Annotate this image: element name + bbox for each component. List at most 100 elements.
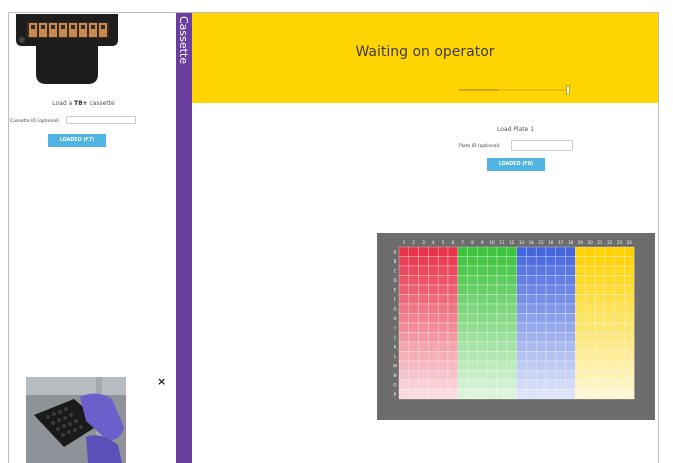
plate-well[interactable] [535,370,547,381]
plate-well[interactable] [545,284,557,295]
plate-well[interactable] [506,313,517,324]
plate-well[interactable] [428,341,439,352]
plate-well[interactable] [457,284,468,295]
plate-well[interactable] [486,379,498,390]
plate-well[interactable] [398,313,410,324]
plate-well[interactable] [506,284,517,295]
plate-well[interactable] [477,246,488,257]
plate-well[interactable] [604,351,615,362]
plate-well[interactable] [447,294,459,305]
plate-well[interactable] [584,370,596,381]
plate-well[interactable] [437,246,449,257]
plate-well[interactable] [418,322,429,333]
plate-well[interactable] [428,265,439,276]
plate-well[interactable] [624,370,635,381]
plate-well[interactable] [614,275,625,286]
plate-well[interactable] [575,322,586,333]
plate-well[interactable] [496,351,508,362]
plate-well[interactable] [545,265,557,276]
plate-well[interactable] [584,294,596,305]
plate-well[interactable] [555,294,566,305]
plate-well[interactable] [496,246,508,257]
plate-well[interactable] [604,303,615,314]
plate-well[interactable] [594,370,606,381]
plate-well[interactable] [428,284,439,295]
plate-well[interactable] [398,303,410,314]
plate-well[interactable] [398,370,410,381]
plate-well[interactable] [565,351,576,362]
plate-well[interactable] [398,351,410,362]
plate-well[interactable] [408,246,419,257]
plate-well[interactable] [398,294,410,305]
plate-well[interactable] [555,256,566,267]
plate-well[interactable] [584,360,596,371]
plate-well[interactable] [418,351,429,362]
plate-well[interactable] [506,275,517,286]
plate-well[interactable] [437,389,449,400]
plate-well[interactable] [486,370,498,381]
plate-well[interactable] [526,379,537,390]
plate-well[interactable] [594,341,606,352]
plate-well[interactable] [624,351,635,362]
plate-well[interactable] [545,275,557,286]
plate-well[interactable] [428,294,439,305]
plate-well[interactable] [398,322,410,333]
plate-well[interactable] [624,256,635,267]
plate-well[interactable] [477,294,488,305]
plate-well[interactable] [545,360,557,371]
plate-well[interactable] [408,389,419,400]
plate-well[interactable] [565,322,576,333]
plate-well[interactable] [428,379,439,390]
plate-well[interactable] [624,284,635,295]
plate-well[interactable] [506,360,517,371]
plate-well[interactable] [457,313,468,324]
plate-well[interactable] [555,303,566,314]
plate-well[interactable] [545,341,557,352]
plate-well[interactable] [418,379,429,390]
plate-well[interactable] [526,294,537,305]
plate-well[interactable] [535,284,547,295]
plate-well[interactable] [584,313,596,324]
plate-well[interactable] [398,360,410,371]
plate-well[interactable] [467,389,478,400]
plate-well[interactable] [614,265,625,276]
plate-well[interactable] [418,313,429,324]
plate-well[interactable] [477,322,488,333]
plate-well[interactable] [506,332,517,343]
plate-well[interactable] [555,284,566,295]
plate-well[interactable] [555,275,566,286]
plate-well[interactable] [624,265,635,276]
plate-well[interactable] [447,379,459,390]
plate-well[interactable] [408,370,419,381]
plate-well[interactable] [408,275,419,286]
plate-well[interactable] [526,246,537,257]
plate-well[interactable] [624,341,635,352]
plate-well[interactable] [496,303,508,314]
plate-well[interactable] [457,360,468,371]
plate-well[interactable] [457,332,468,343]
plate-well[interactable] [584,265,596,276]
plate-well[interactable] [467,322,478,333]
plate-well[interactable] [584,256,596,267]
plate-well[interactable] [604,275,615,286]
plate-well[interactable] [457,379,468,390]
plate-well[interactable] [418,332,429,343]
plate-well[interactable] [447,360,459,371]
plate-well[interactable] [447,351,459,362]
plate-well[interactable] [604,332,615,343]
plate-well[interactable] [447,246,459,257]
plate-well[interactable] [516,322,527,333]
plate-well[interactable] [398,341,410,352]
plate-well[interactable] [437,256,449,267]
plate-well[interactable] [457,370,468,381]
plate-well[interactable] [604,360,615,371]
plate-well[interactable] [594,332,606,343]
plate-well[interactable] [467,256,478,267]
plate-well[interactable] [584,332,596,343]
plate-well[interactable] [437,313,449,324]
plate-well[interactable] [516,360,527,371]
plate-well[interactable] [457,303,468,314]
plate-well[interactable] [594,389,606,400]
plate-well[interactable] [467,332,478,343]
plate-well[interactable] [428,351,439,362]
